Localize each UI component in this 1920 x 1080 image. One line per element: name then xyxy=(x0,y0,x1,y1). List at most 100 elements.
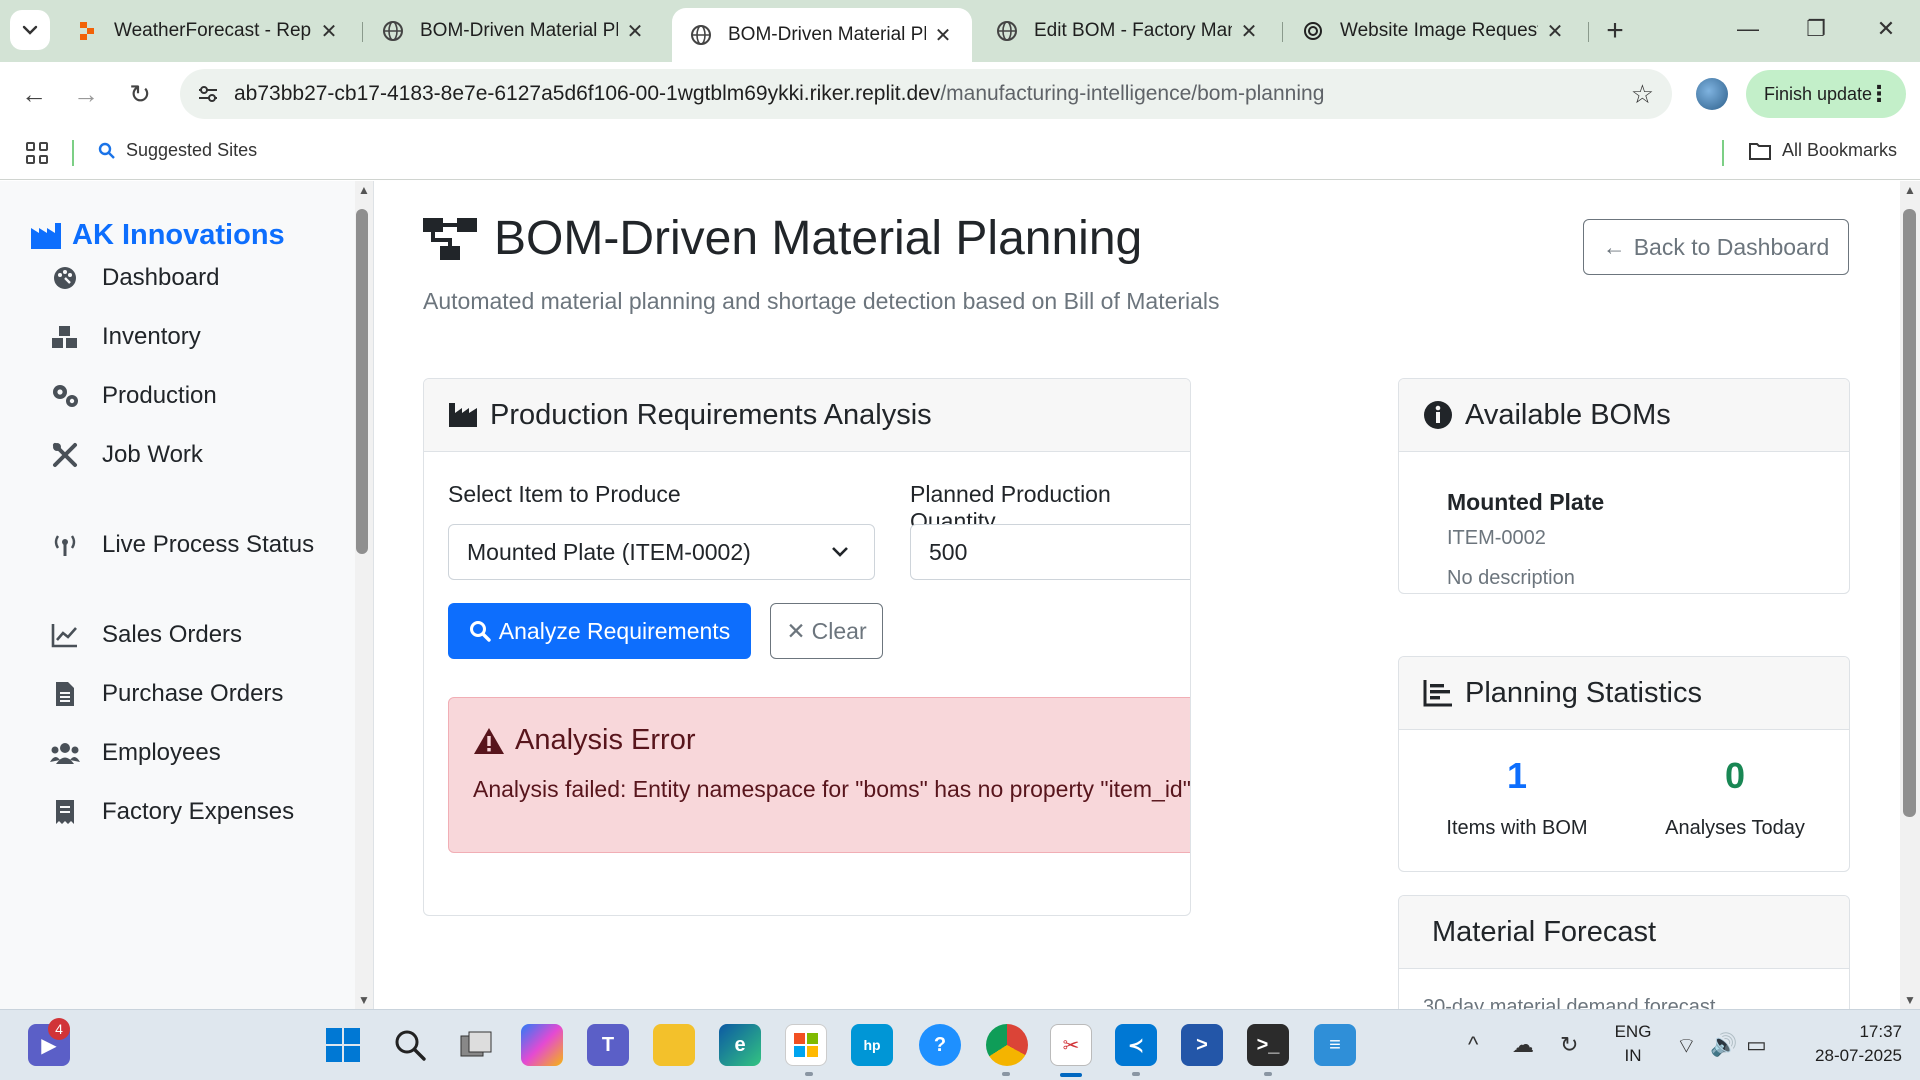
restore-button[interactable]: ❐ xyxy=(1786,12,1846,46)
brand[interactable]: AK Innovations xyxy=(30,219,285,252)
wifi-icon[interactable]: ⌔ xyxy=(1676,1032,1697,1060)
close-icon[interactable]: ✕ xyxy=(1544,19,1566,44)
analyze-requirements-button[interactable]: Analyze Requirements xyxy=(448,603,751,659)
close-icon[interactable]: ✕ xyxy=(624,19,646,44)
chatgpt-icon xyxy=(1302,20,1324,42)
task-view-icon[interactable] xyxy=(455,1024,497,1066)
file-explorer-icon[interactable] xyxy=(653,1024,695,1066)
page-title-text: BOM-Driven Material Planning xyxy=(494,212,1143,265)
tray-overflow-chevron-icon[interactable]: ^ xyxy=(1468,1032,1478,1058)
microsoft-store-icon[interactable] xyxy=(785,1024,827,1066)
sidebar-item-production[interactable]: Production xyxy=(50,381,217,411)
close-icon[interactable]: ✕ xyxy=(1238,19,1260,44)
close-icon[interactable]: ✕ xyxy=(318,19,340,44)
region-indicator[interactable]: IN xyxy=(1598,1046,1668,1066)
close-icon[interactable]: ✕ xyxy=(932,23,954,48)
url-path: /manufacturing-intelligence/bom-planning xyxy=(940,82,1325,105)
sidebar-item-sales-orders[interactable]: Sales Orders xyxy=(50,620,242,650)
finish-update-button[interactable]: Finish update ⋮ xyxy=(1746,70,1906,118)
snipping-tool-icon[interactable]: ✂ xyxy=(1050,1024,1092,1066)
tab-edit-bom[interactable]: Edit BOM - Factory Mana ✕ xyxy=(978,8,1278,54)
sidebar-item-inventory[interactable]: Inventory xyxy=(50,322,201,352)
clear-button[interactable]: ✕ Clear xyxy=(770,603,883,659)
tab-bom-planning-active[interactable]: BOM-Driven Material Pla ✕ xyxy=(672,8,972,62)
scrollbar-thumb[interactable] xyxy=(356,209,368,554)
line-chart-icon xyxy=(50,620,80,650)
all-bookmarks-button[interactable]: All Bookmarks xyxy=(1748,140,1897,161)
file-icon xyxy=(50,679,80,709)
chevron-down-icon xyxy=(22,25,38,35)
close-window-button[interactable]: ✕ xyxy=(1856,12,1916,46)
sidebar-item-factory-expenses[interactable]: Factory Expenses xyxy=(50,797,294,827)
material-forecast-header: Material Forecast xyxy=(1399,896,1849,969)
sidebar-item-live-process-status[interactable]: Live Process Status xyxy=(50,530,314,560)
sidebar-item-dashboard[interactable]: Dashboard xyxy=(50,263,219,293)
scrollbar-thumb[interactable] xyxy=(1903,209,1916,817)
sidebar-item-purchase-orders[interactable]: Purchase Orders xyxy=(50,679,283,709)
quantity-input[interactable] xyxy=(910,524,1190,580)
notepad-icon[interactable]: ≡ xyxy=(1314,1024,1356,1066)
apps-grid-icon[interactable] xyxy=(26,142,48,164)
sidebar-item-job-work[interactable]: Job Work xyxy=(50,440,203,470)
sidebar-scrollbar[interactable]: ▲ ▼ xyxy=(355,181,373,1009)
page-title: BOM-Driven Material Planning xyxy=(422,211,1142,266)
bookmark-separator xyxy=(72,140,74,166)
terminal-icon[interactable]: >_ xyxy=(1247,1024,1289,1066)
tab-search-button[interactable] xyxy=(10,10,50,50)
tab-website-image-request[interactable]: Website Image Request ✕ xyxy=(1284,8,1584,54)
sidebar-item-label: Employees xyxy=(102,739,221,766)
back-arrow-icon[interactable]: ← xyxy=(16,76,52,112)
forward-arrow-icon[interactable]: → xyxy=(68,76,104,112)
sidebar-item-employees[interactable]: Employees xyxy=(50,738,221,768)
planning-statistics-title: Planning Statistics xyxy=(1465,676,1702,709)
item-select[interactable]: Mounted Plate (ITEM-0002) xyxy=(448,524,875,580)
url-text[interactable]: ab73bb27-cb17-4183-8e7e-6127a5d6f106-00-… xyxy=(234,82,1324,106)
scroll-up-arrow-icon[interactable]: ▲ xyxy=(355,183,373,197)
scroll-down-arrow-icon[interactable]: ▼ xyxy=(1900,993,1920,1007)
language-indicator[interactable]: ENG xyxy=(1598,1022,1668,1042)
teams-icon[interactable]: T xyxy=(587,1024,629,1066)
site-settings-icon[interactable] xyxy=(196,82,220,106)
scroll-up-arrow-icon[interactable]: ▲ xyxy=(1900,183,1920,197)
myhp-icon[interactable]: hp xyxy=(851,1024,893,1066)
running-indicator xyxy=(1264,1072,1272,1076)
item-select-value: Mounted Plate (ITEM-0002) xyxy=(467,538,751,565)
search-icon[interactable] xyxy=(389,1024,431,1066)
chrome-icon[interactable] xyxy=(986,1024,1028,1066)
palette-icon xyxy=(50,263,80,293)
tab-title: BOM-Driven Material Pla xyxy=(728,24,926,45)
bookmark-star-icon[interactable]: ☆ xyxy=(1631,79,1654,110)
help-icon[interactable]: ? xyxy=(919,1024,961,1066)
running-indicator xyxy=(1132,1072,1140,1076)
profile-avatar[interactable] xyxy=(1696,78,1728,110)
copilot-icon[interactable] xyxy=(521,1024,563,1066)
folder-icon xyxy=(1749,142,1771,160)
globe-icon xyxy=(690,24,712,46)
tab-weatherforecast[interactable]: WeatherForecast - Replit ✕ xyxy=(58,8,358,54)
page-scrollbar[interactable]: ▲ ▼ xyxy=(1900,181,1920,1009)
analysis-card-header: Production Requirements Analysis xyxy=(424,379,1190,452)
powershell-icon[interactable]: > xyxy=(1181,1024,1223,1066)
clock-time[interactable]: 17:37 xyxy=(1782,1022,1902,1042)
speaker-icon[interactable]: 🔊 xyxy=(1710,1032,1737,1058)
clock-date[interactable]: 28-07-2025 xyxy=(1772,1046,1902,1066)
new-tab-button[interactable]: + xyxy=(1598,14,1632,48)
edge-icon[interactable]: e xyxy=(719,1024,761,1066)
reload-icon[interactable]: ↻ xyxy=(122,76,158,112)
sync-icon[interactable]: ↻ xyxy=(1560,1032,1578,1058)
boxes-icon xyxy=(50,322,80,352)
address-bar[interactable]: ab73bb27-cb17-4183-8e7e-6127a5d6f106-00-… xyxy=(180,69,1672,119)
windows-start-icon[interactable] xyxy=(322,1024,364,1066)
battery-icon[interactable]: ▭ xyxy=(1746,1032,1767,1058)
tab-title: Edit BOM - Factory Mana xyxy=(1034,20,1232,41)
error-message: Analysis failed: Entity namespace for "b… xyxy=(473,776,1191,802)
bom-item-name[interactable]: Mounted Plate xyxy=(1447,489,1604,516)
back-to-dashboard-button[interactable]: ← Back to Dashboard xyxy=(1583,219,1849,275)
minimize-button[interactable]: — xyxy=(1718,12,1778,46)
tab-bom-planning-1[interactable]: BOM-Driven Material Pla ✕ xyxy=(364,8,664,54)
bookmark-suggested-sites[interactable]: Suggested Sites xyxy=(98,140,257,161)
vscode-icon[interactable]: ≺ xyxy=(1115,1024,1157,1066)
available-boms-title: Available BOMs xyxy=(1465,398,1671,431)
onedrive-cloud-icon[interactable]: ☁ xyxy=(1512,1032,1534,1058)
scroll-down-arrow-icon[interactable]: ▼ xyxy=(355,993,373,1007)
